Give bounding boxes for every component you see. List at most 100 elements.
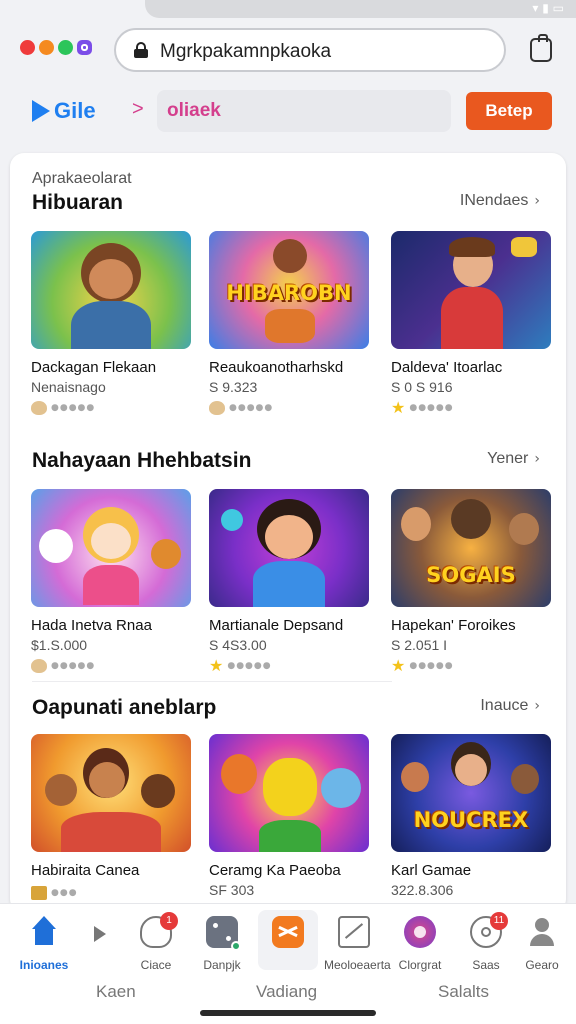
game-tile[interactable]: HIBAROBN Reaukoanotharhskd S 9.323 ●●●●●	[209, 231, 369, 416]
browser-toolbar: Mgrkpakamnpkaoka	[0, 22, 576, 80]
game-tile[interactable]: Habiraita Canea ●●●	[31, 734, 191, 901]
game-name: Hada Inetva Rnaa	[31, 617, 152, 634]
extension-icon[interactable]	[77, 40, 92, 55]
shield-icon	[404, 916, 436, 948]
tab-label: Meoloeaerta	[324, 958, 391, 972]
rating-row: ★ ●●●●●	[391, 400, 551, 416]
gear-icon: 11	[470, 912, 508, 948]
game-tile[interactable]: Hada Inetva Rnaa $1.S.000 ●●●●●	[31, 489, 191, 674]
rating-row: ★ ●●●●●	[391, 658, 551, 674]
tab-settings[interactable]: 11 Saas	[456, 912, 516, 972]
tab-games[interactable]: 1 Ciace	[126, 912, 186, 972]
bottom-nav-link[interactable]: Vadiang	[256, 982, 317, 1002]
game-thumbnail[interactable]	[391, 231, 551, 349]
game-tile[interactable]: Dackagan Flekaan Nenaisnago ●●●●●	[31, 231, 191, 416]
logo-icon	[32, 100, 50, 122]
bottom-tab-bar: Inioanes 1 Ciace Danpjk Meoloeaerta Clor…	[0, 903, 576, 1024]
controller-icon: 1	[140, 912, 178, 948]
tab-box[interactable]: Meoloeaerta	[324, 916, 391, 972]
status-icons: ▾ ▮ ▭	[532, 1, 564, 15]
tab-home[interactable]: Inioanes	[14, 916, 74, 972]
game-subtitle: SF 303	[209, 882, 255, 898]
game-thumbnail[interactable]: HIBAROBN	[209, 231, 369, 349]
thumbnail-title: HIBAROBN	[226, 281, 352, 305]
tab-dice[interactable]: Danpjk	[192, 916, 252, 972]
game-thumbnail[interactable]: SOGAIS	[391, 489, 551, 607]
shuffle-icon	[272, 916, 304, 948]
bottom-nav-labels: Kaen Vadiang Salalts	[0, 982, 576, 1006]
profile-icon	[526, 916, 558, 948]
window-controls	[20, 40, 92, 55]
game-tile[interactable]: SOGAIS Hapekan' Foroikes S 2.051 I ★ ●●●●…	[391, 489, 551, 674]
rating-dots: ●●●●●	[409, 403, 454, 413]
notification-badge: 11	[490, 912, 508, 930]
rating-row: ●●●	[31, 885, 191, 901]
game-thumbnail[interactable]	[209, 489, 369, 607]
tab-label: Gearo	[525, 958, 559, 972]
thumbnail-title: NOUCREX	[413, 808, 529, 832]
section-more-link[interactable]: Inauce ›	[480, 697, 540, 715]
rating-dots: ●●●●●	[51, 403, 96, 413]
game-name: Dackagan Flekaan	[31, 359, 157, 376]
game-thumbnail[interactable]: NOUCREX	[391, 734, 551, 852]
chevron-right-icon: ›	[534, 193, 540, 209]
star-icon: ★	[391, 656, 406, 675]
game-subtitle: $1.S.000	[31, 637, 88, 653]
dice-icon	[206, 916, 241, 951]
address-bar[interactable]: Mgrkpakamnpkaoka	[114, 28, 506, 72]
section-title: Oapunati aneblarp	[32, 696, 217, 719]
eyebrow-text: Aprakaeolarat	[32, 170, 132, 187]
section-1: Hibuaran INendaes › Dackagan Flekaan Nena…	[10, 191, 566, 421]
status-notch	[145, 0, 576, 18]
game-thumbnail[interactable]	[31, 489, 191, 607]
status-bar: ▾ ▮ ▭	[0, 0, 576, 20]
home-indicator[interactable]	[200, 1010, 376, 1016]
tabs-icon[interactable]	[530, 34, 552, 62]
logo[interactable]: Gile	[32, 98, 96, 124]
game-thumbnail[interactable]	[31, 231, 191, 349]
game-tile[interactable]: Daldeva' Itoarlac S 0 S 916 ★ ●●●●●	[391, 231, 551, 416]
section-3: Oapunati aneblarp Inauce › Habiraita Cane…	[10, 696, 566, 913]
tab-shuffle[interactable]	[258, 910, 318, 970]
game-tile[interactable]: Martianale Depsand S 4S3.00 ★ ●●●●●	[209, 489, 369, 674]
maximize-dot[interactable]	[58, 40, 73, 55]
section-title: Hibuaran	[32, 191, 124, 214]
rating-dots: ●●●●●	[51, 661, 96, 671]
game-subtitle: S 4S3.00	[209, 637, 267, 653]
game-tile[interactable]: Ceramg Ka Paeoba SF 303	[209, 734, 369, 898]
cta-button[interactable]: Betep	[466, 92, 552, 130]
lock-icon	[134, 42, 148, 58]
tab-profile[interactable]: Gearo	[512, 916, 572, 972]
section-more-link[interactable]: INendaes ›	[460, 192, 540, 210]
tab-label: Clorgrat	[398, 958, 442, 972]
minimize-dot[interactable]	[39, 40, 54, 55]
cookie-badge-icon	[31, 401, 47, 415]
bottom-nav-link[interactable]: Kaen	[96, 982, 136, 1002]
chevron-right-icon: >	[132, 98, 144, 120]
tab-label: Inioanes	[19, 958, 69, 972]
tab-shield[interactable]: Clorgrat	[390, 916, 450, 972]
section-title: Nahayaan Hhehbatsin	[32, 449, 252, 472]
star-icon: ★	[209, 656, 224, 675]
top-nav: Gile > Betep	[0, 88, 576, 136]
square-badge-icon	[31, 886, 47, 900]
bottom-nav-link[interactable]: Salalts	[438, 982, 489, 1002]
section-more-link[interactable]: Yener ›	[487, 450, 540, 468]
cookie-badge-icon	[209, 401, 225, 415]
star-icon: ★	[391, 398, 406, 417]
search-input[interactable]	[157, 90, 451, 132]
game-thumbnail[interactable]	[31, 734, 191, 852]
game-subtitle: S 2.051 I	[391, 637, 448, 653]
notification-badge: 1	[160, 912, 178, 930]
rating-dots: ●●●●●	[227, 661, 272, 671]
rating-dots: ●●●●●	[229, 403, 274, 413]
game-thumbnail[interactable]	[209, 734, 369, 852]
close-dot[interactable]	[20, 40, 35, 55]
more-label: Inauce	[480, 697, 529, 714]
content-card: Aprakaeolarat Hibuaran INendaes › Dackaga…	[10, 153, 566, 913]
game-tile[interactable]: NOUCREX Karl Gamae 322.8.306	[391, 734, 551, 898]
more-label: INendaes	[459, 192, 529, 209]
game-name: Hapekan' Foroikes	[391, 617, 516, 634]
thumbnail-title: SOGAIS	[426, 563, 516, 587]
rating-dots: ●●●●●	[409, 661, 454, 671]
